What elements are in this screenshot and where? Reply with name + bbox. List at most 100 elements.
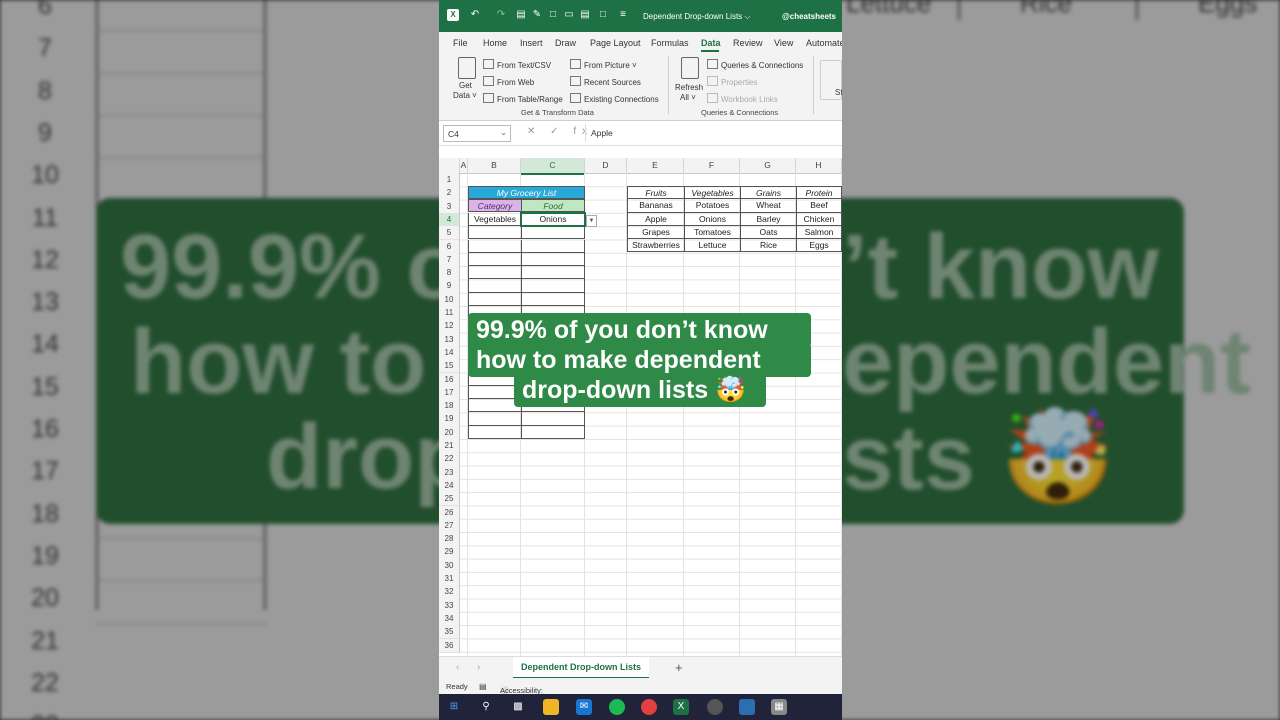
grocery-empty-cell[interactable] xyxy=(521,412,585,426)
column-header-f[interactable]: F xyxy=(684,158,740,174)
chrome-icon[interactable] xyxy=(641,699,657,715)
obs-icon[interactable] xyxy=(707,699,723,715)
grocery-empty-cell[interactable] xyxy=(521,425,585,439)
category-header[interactable]: Category xyxy=(468,199,522,213)
excel-app-icon[interactable]: X xyxy=(447,9,459,21)
row-header-3[interactable]: 3 xyxy=(439,199,460,214)
row-header-9[interactable]: 9 xyxy=(439,279,460,294)
app-icon[interactable] xyxy=(739,699,755,715)
document-icon[interactable]: □ xyxy=(597,9,609,21)
row-header-20[interactable]: 20 xyxy=(439,425,460,440)
formula-input[interactable]: Apple xyxy=(591,128,613,138)
reference-header-protein[interactable]: Protein xyxy=(796,186,842,200)
column-header-b[interactable]: B xyxy=(468,158,521,174)
queries-connections-button[interactable]: Queries & Connections xyxy=(707,59,803,70)
task-view-icon[interactable]: ▩ xyxy=(510,699,526,715)
next-sheet-icon[interactable]: › xyxy=(477,662,480,673)
from-text-csv-button[interactable]: From Text/CSV xyxy=(483,59,551,70)
grocery-empty-cell[interactable] xyxy=(521,252,585,267)
grocery-empty-cell[interactable] xyxy=(468,292,522,306)
row-header-10[interactable]: 10 xyxy=(439,292,460,307)
tab-home[interactable]: Home xyxy=(483,38,507,48)
column-header-h[interactable]: H xyxy=(796,158,842,174)
stocks-label[interactable]: St xyxy=(835,88,842,97)
mail-icon[interactable]: ✉ xyxy=(576,699,592,715)
row-header-6[interactable]: 6 xyxy=(439,239,460,254)
from-picture-button[interactable]: From Picture ˅ xyxy=(570,59,637,70)
reference-cell[interactable]: Onions xyxy=(684,212,741,226)
row-header-25[interactable]: 25 xyxy=(439,492,460,507)
row-header-2[interactable]: 2 xyxy=(439,186,460,201)
row-header-13[interactable]: 13 xyxy=(439,332,460,347)
grocery-empty-cell[interactable] xyxy=(468,226,522,240)
grocery-empty-cell[interactable] xyxy=(468,252,522,267)
grocery-empty-cell[interactable] xyxy=(468,266,522,280)
category-cell[interactable]: Vegetables xyxy=(468,213,522,227)
window-title[interactable]: Dependent Drop-down Lists ⌵ xyxy=(643,12,750,22)
tab-formulas[interactable]: Formulas xyxy=(651,38,689,48)
column-header-e[interactable]: E xyxy=(627,158,684,174)
reference-cell[interactable]: Apple xyxy=(627,212,685,226)
grocery-empty-cell[interactable] xyxy=(468,412,522,426)
reference-header-fruits[interactable]: Fruits xyxy=(627,186,685,200)
open-folder-icon[interactable]: ▭ xyxy=(563,9,575,21)
row-header-33[interactable]: 33 xyxy=(439,598,460,613)
grocery-list-title[interactable]: My Grocery List xyxy=(468,186,585,200)
row-header-31[interactable]: 31 xyxy=(439,572,460,587)
tab-review[interactable]: Review xyxy=(733,38,763,48)
row-header-30[interactable]: 30 xyxy=(439,558,460,573)
row-header-34[interactable]: 34 xyxy=(439,611,460,627)
row-header-35[interactable]: 35 xyxy=(439,625,460,640)
recent-sources-button[interactable]: Recent Sources xyxy=(570,76,641,87)
print-icon[interactable]: ▤ xyxy=(579,9,591,21)
tab-insert[interactable]: Insert xyxy=(520,38,543,48)
reference-cell[interactable]: Tomatoes xyxy=(684,225,741,240)
row-header-21[interactable]: 21 xyxy=(439,439,460,454)
formula-buttons[interactable]: ✕ ✓ fx xyxy=(527,126,593,137)
row-header-18[interactable]: 18 xyxy=(439,399,460,414)
grocery-empty-cell[interactable] xyxy=(521,226,585,240)
row-header-4[interactable]: 4 xyxy=(439,212,460,228)
reference-cell[interactable]: Lettuce xyxy=(684,239,741,253)
get-data-label-2[interactable]: Data ˅ xyxy=(453,91,477,100)
row-header-11[interactable]: 11 xyxy=(439,306,460,321)
grocery-empty-cell[interactable] xyxy=(521,239,585,253)
row-header-23[interactable]: 23 xyxy=(439,465,460,480)
column-header-g[interactable]: G xyxy=(740,158,796,174)
add-sheet-icon[interactable]: + xyxy=(675,660,683,675)
prev-sheet-icon[interactable]: ‹ xyxy=(456,662,459,673)
grocery-empty-cell[interactable] xyxy=(468,239,522,253)
grocery-empty-cell[interactable] xyxy=(521,279,585,293)
grocery-empty-cell[interactable] xyxy=(521,266,585,280)
undo-icon[interactable]: ↶ xyxy=(469,9,481,21)
tab-automate[interactable]: Automate xyxy=(806,38,842,48)
name-box[interactable]: C4 ⌄ xyxy=(443,125,511,142)
row-header-22[interactable]: 22 xyxy=(439,452,460,467)
reference-cell[interactable]: Salmon xyxy=(796,225,842,240)
row-header-36[interactable]: 36 xyxy=(439,638,460,653)
reference-cell[interactable]: Chicken xyxy=(796,212,842,226)
tab-page-layout[interactable]: Page Layout xyxy=(590,38,641,48)
new-file-icon[interactable]: □ xyxy=(547,9,559,21)
row-header-5[interactable]: 5 xyxy=(439,226,460,241)
reference-cell[interactable]: Rice xyxy=(740,239,797,253)
search-icon[interactable]: ⚲ xyxy=(478,699,494,715)
from-table-range-button[interactable]: From Table/Range xyxy=(483,93,563,104)
reference-cell[interactable]: Beef xyxy=(796,199,842,213)
refresh-all-label-2[interactable]: All ˅ xyxy=(680,93,696,102)
row-header-15[interactable]: 15 xyxy=(439,359,460,374)
row-header-8[interactable]: 8 xyxy=(439,266,460,281)
get-data-label[interactable]: Get xyxy=(459,81,472,90)
file-explorer-icon[interactable] xyxy=(543,699,559,715)
grocery-empty-cell[interactable] xyxy=(468,279,522,293)
refresh-all-label[interactable]: Refresh xyxy=(675,83,703,92)
workbook-links-button[interactable]: Workbook Links xyxy=(707,93,778,104)
row-header-28[interactable]: 28 xyxy=(439,532,460,547)
reference-header-grains[interactable]: Grains xyxy=(740,186,797,200)
reference-cell[interactable]: Potatoes xyxy=(684,199,741,213)
from-web-button[interactable]: From Web xyxy=(483,76,534,87)
spotify-icon[interactable] xyxy=(609,699,625,715)
select-all-corner[interactable] xyxy=(439,158,460,174)
row-header-12[interactable]: 12 xyxy=(439,319,460,334)
tab-draw[interactable]: Draw xyxy=(555,38,576,48)
